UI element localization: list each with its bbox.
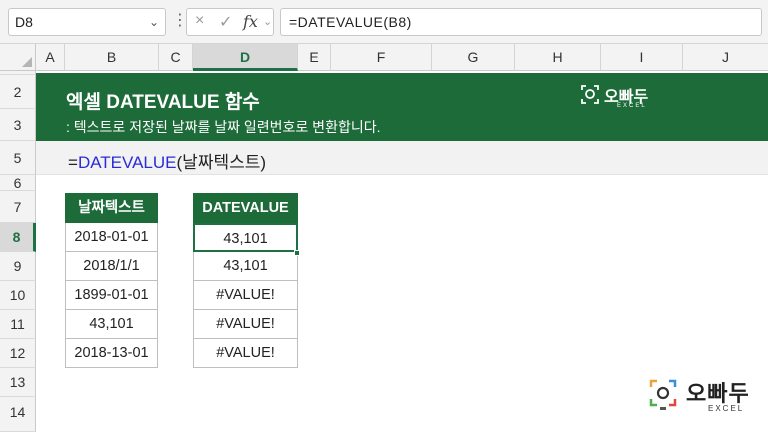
name-box-value: D8 — [15, 14, 33, 30]
active-cell[interactable]: 43,101 — [193, 223, 298, 252]
formula-bar: D8 ⌄ ⋮ × ✓ fx ⌄ =DATEVALUE(B8) — [0, 0, 768, 44]
column-header-e[interactable]: E — [298, 44, 331, 71]
row-header-9[interactable]: 9 — [0, 252, 36, 281]
table-cell[interactable]: 43,101 — [65, 310, 158, 339]
row-header-2[interactable]: 2 — [0, 75, 36, 109]
formula-buttons: × ✓ fx ⌄ — [186, 8, 274, 36]
row-header-3[interactable]: 3 — [0, 109, 36, 141]
row-header-13[interactable]: 13 — [0, 368, 36, 397]
banner-logo-subtext: EXCEL — [617, 103, 647, 109]
syntax-function-name: DATEVALUE — [77, 153, 177, 172]
insert-function-icon[interactable]: fx — [243, 12, 258, 31]
table-cell[interactable]: 2018/1/1 — [65, 252, 158, 281]
enter-icon[interactable]: ✓ — [219, 12, 232, 32]
row-header-12[interactable]: 12 — [0, 339, 36, 368]
column-header-j[interactable]: J — [683, 44, 768, 71]
syntax-prefix: = — [68, 153, 78, 172]
formula-input[interactable]: =DATEVALUE(B8) — [280, 8, 762, 36]
column-header-i[interactable]: I — [601, 44, 683, 71]
table-cell[interactable]: 43,101 — [193, 252, 298, 281]
row-header-14[interactable]: 14 — [0, 397, 36, 432]
row-header-8[interactable]: 8 — [0, 223, 36, 252]
banner-logo: 오빠두 EXCEL — [580, 82, 660, 116]
column-header-d[interactable]: D — [193, 44, 298, 71]
table-cell[interactable]: 1899-01-01 — [65, 281, 158, 310]
logo-icon — [581, 85, 599, 104]
row-header-6[interactable]: 6 — [0, 175, 36, 191]
row-header-5[interactable]: 5 — [0, 141, 36, 175]
row-header-11[interactable]: 11 — [0, 310, 36, 339]
title-banner: 엑셀 DATEVALUE 함수 : 텍스트로 저장된 날짜를 날짜 일련번호로 … — [36, 73, 768, 141]
fill-handle[interactable] — [294, 250, 300, 256]
select-all-corner[interactable] — [0, 44, 36, 71]
column-header-h[interactable]: H — [515, 44, 601, 71]
row-header-7[interactable]: 7 — [0, 191, 36, 223]
table-cell[interactable]: #VALUE! — [193, 339, 298, 368]
column-header-b[interactable]: B — [65, 44, 159, 71]
result-table-header[interactable]: DATEVALUE — [193, 193, 298, 223]
banner-title: 엑셀 DATEVALUE 함수 — [66, 92, 260, 113]
row-header-10[interactable]: 10 — [0, 281, 36, 310]
syntax-args: (날짜텍스트) — [176, 153, 267, 172]
column-headers: A B C D E F G H I J — [0, 44, 768, 71]
logo-icon — [649, 379, 677, 410]
syntax-row: =DATEVALUE(날짜텍스트) — [36, 141, 768, 175]
watermark-logo: 오빠두 EXCEL — [648, 376, 758, 416]
syntax-formula: =DATEVALUE(날짜텍스트) — [68, 148, 266, 173]
chevron-down-icon[interactable]: ⌄ — [149, 9, 159, 35]
input-table-header[interactable]: 날짜텍스트 — [65, 193, 158, 223]
chevron-down-icon[interactable]: ⌄ — [263, 15, 272, 28]
column-header-a[interactable]: A — [36, 44, 65, 71]
table-cell[interactable]: #VALUE! — [193, 310, 298, 339]
column-header-g[interactable]: G — [432, 44, 515, 71]
cancel-icon[interactable]: × — [195, 12, 204, 30]
banner-subtitle: : 텍스트로 저장된 날짜를 날짜 일련번호로 변환합니다. — [66, 119, 381, 135]
watermark-logo-subtext: EXCEL — [708, 404, 745, 413]
name-box[interactable]: D8 ⌄ — [8, 8, 166, 36]
column-header-c[interactable]: C — [159, 44, 193, 71]
table-cell[interactable]: 2018-01-01 — [65, 223, 158, 252]
table-cell[interactable]: 2018-13-01 — [65, 339, 158, 368]
column-header-f[interactable]: F — [331, 44, 432, 71]
table-cell[interactable]: #VALUE! — [193, 281, 298, 310]
